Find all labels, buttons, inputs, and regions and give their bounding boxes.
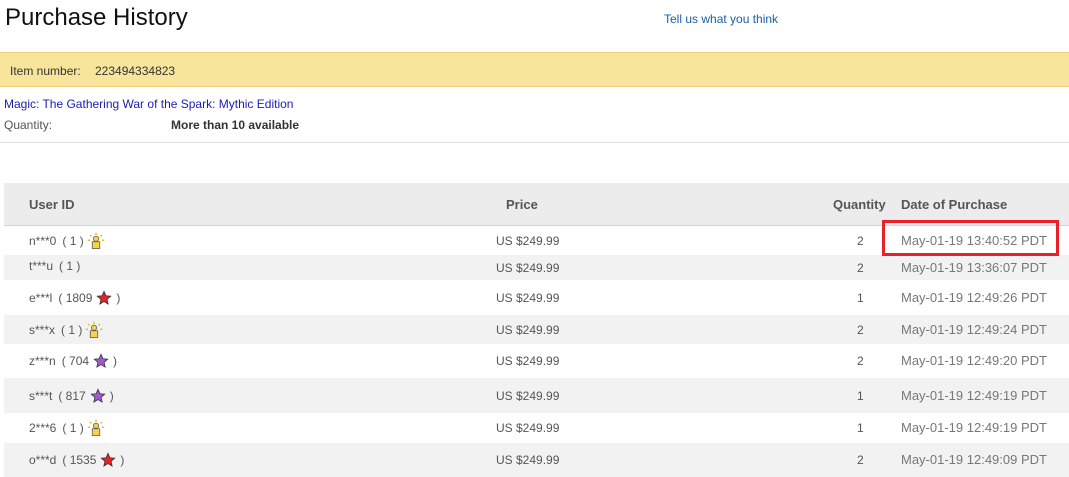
table-body: n***0( 1 ) US $249.99 2 May-01-19 13:40:52 … <box>4 226 1069 477</box>
purchase-date-cell: May-01-19 13:40:52 PDT <box>901 233 1047 248</box>
column-header-price[interactable]: Price <box>506 197 538 212</box>
item-number-bar: Item number: 223494334823 <box>0 52 1069 87</box>
user-id[interactable]: e***l <box>29 291 52 305</box>
table-row: e***l ( 1809) US $249.99 1 May-01-19 12:49:2… <box>4 280 1069 315</box>
user-id-cell: z***n ( 704) <box>29 352 117 370</box>
purchase-date-cell: May-01-19 12:49:19 PDT <box>901 420 1047 435</box>
column-header-user-id[interactable]: User ID <box>29 197 75 212</box>
item-number-label: Item number: <box>10 64 81 78</box>
feedback-score[interactable]: ( 1 ) <box>62 421 83 435</box>
feedback-score[interactable]: ( 1809 <box>58 291 92 305</box>
item-number-value: 223494334823 <box>95 64 176 78</box>
feedback-score[interactable]: ( 1 ) <box>59 259 80 273</box>
feedback-score[interactable]: ( 1 ) <box>62 234 83 248</box>
quantity-cell: 1 <box>857 291 864 305</box>
feedback-score-close: ) <box>120 453 125 467</box>
user-id[interactable]: o***d <box>29 453 56 467</box>
user-id-cell: s***t ( 817) <box>29 387 114 405</box>
price-cell: US $249.99 <box>496 291 560 305</box>
user-id-cell: o***d ( 1535) <box>29 451 124 469</box>
feedback-link[interactable]: Tell us what you think <box>664 12 778 26</box>
price-cell: US $249.99 <box>496 389 560 403</box>
quantity-cell: 2 <box>857 234 864 248</box>
item-title-link[interactable]: Magic: The Gathering War of the Spark: M… <box>4 97 293 111</box>
quantity-label: Quantity: <box>4 118 53 132</box>
user-id[interactable]: s***x <box>29 323 55 337</box>
quantity-value: More than 10 available <box>171 118 300 132</box>
table-row: o***d ( 1535) US $249.99 2 May-01-19 12:49:0… <box>4 443 1069 477</box>
page-title: Purchase History <box>5 4 188 31</box>
column-header-quantity[interactable]: Quantity <box>833 197 886 212</box>
price-cell: US $249.99 <box>496 421 560 435</box>
quantity-cell: 2 <box>857 323 864 337</box>
user-id[interactable]: n***0 <box>29 234 56 248</box>
new-user-icon[interactable] <box>85 321 103 339</box>
table-row: t***u ( 1 ) US $249.99 2 May-01-19 13:36:07 … <box>4 255 1069 280</box>
purchase-date-cell: May-01-19 12:49:19 PDT <box>901 388 1047 403</box>
user-id[interactable]: t***u <box>29 259 53 273</box>
purchase-date-cell: May-01-19 13:36:07 PDT <box>901 260 1047 275</box>
red-star-icon[interactable] <box>95 289 113 307</box>
table-row: s***t ( 817) US $249.99 1 May-01-19 12:49:19… <box>4 378 1069 413</box>
feedback-score-close: ) <box>116 291 121 305</box>
user-id[interactable]: 2***6 <box>29 421 56 435</box>
feedback-score[interactable]: ( 1535 <box>62 453 96 467</box>
price-cell: US $249.99 <box>496 261 560 275</box>
divider <box>0 142 1069 143</box>
purple-star-icon[interactable] <box>92 352 110 370</box>
price-cell: US $249.99 <box>496 453 560 467</box>
quantity-cell: 1 <box>857 421 864 435</box>
purchase-history-table: User ID Price Quantity Date of Purchase … <box>4 183 1069 477</box>
user-id[interactable]: z***n <box>29 354 56 368</box>
price-cell: US $249.99 <box>496 354 560 368</box>
purchase-date-cell: May-01-19 12:49:09 PDT <box>901 452 1047 467</box>
user-id-cell: e***l ( 1809) <box>29 289 120 307</box>
feedback-score[interactable]: ( 1 ) <box>61 323 82 337</box>
table-header: User ID Price Quantity Date of Purchase <box>4 183 1069 226</box>
table-row: s***x ( 1 ) US $249.99 2 May-01-19 12:49:24 … <box>4 315 1069 344</box>
user-id[interactable]: s***t <box>29 389 52 403</box>
table-row: n***0 ( 1 ) US $249.99 2 May-01-19 13:40:52 … <box>4 226 1069 255</box>
quantity-cell: 2 <box>857 261 864 275</box>
column-header-date[interactable]: Date of Purchase <box>901 197 1007 212</box>
quantity-cell: 1 <box>857 389 864 403</box>
table-row: z***n ( 704) US $249.99 2 May-01-19 12:49:20… <box>4 344 1069 378</box>
table-row: 2***6 ( 1 ) US $249.99 1 May-01-19 12:49:19 … <box>4 413 1069 443</box>
price-cell: US $249.99 <box>496 323 560 337</box>
feedback-score[interactable]: ( 704 <box>62 354 89 368</box>
price-cell: US $249.99 <box>496 234 560 248</box>
new-user-icon[interactable] <box>87 232 105 250</box>
user-id-cell: n***0 ( 1 ) <box>29 232 105 250</box>
purple-star-icon[interactable] <box>89 387 107 405</box>
user-id-cell: s***x ( 1 ) <box>29 321 103 339</box>
purchase-date-cell: May-01-19 12:49:24 PDT <box>901 322 1047 337</box>
feedback-score-close: ) <box>113 354 118 368</box>
purchase-date-cell: May-01-19 12:49:26 PDT <box>901 290 1047 305</box>
user-id-cell: 2***6 ( 1 ) <box>29 419 105 437</box>
quantity-cell: 2 <box>857 354 864 368</box>
purchase-date-cell: May-01-19 12:49:20 PDT <box>901 353 1047 368</box>
new-user-icon[interactable] <box>87 419 105 437</box>
feedback-score-close: ) <box>109 389 114 403</box>
user-id-cell: t***u ( 1 ) <box>29 259 80 273</box>
feedback-score[interactable]: ( 817 <box>58 389 85 403</box>
quantity-cell: 2 <box>857 453 864 467</box>
red-star-icon[interactable] <box>99 451 117 469</box>
